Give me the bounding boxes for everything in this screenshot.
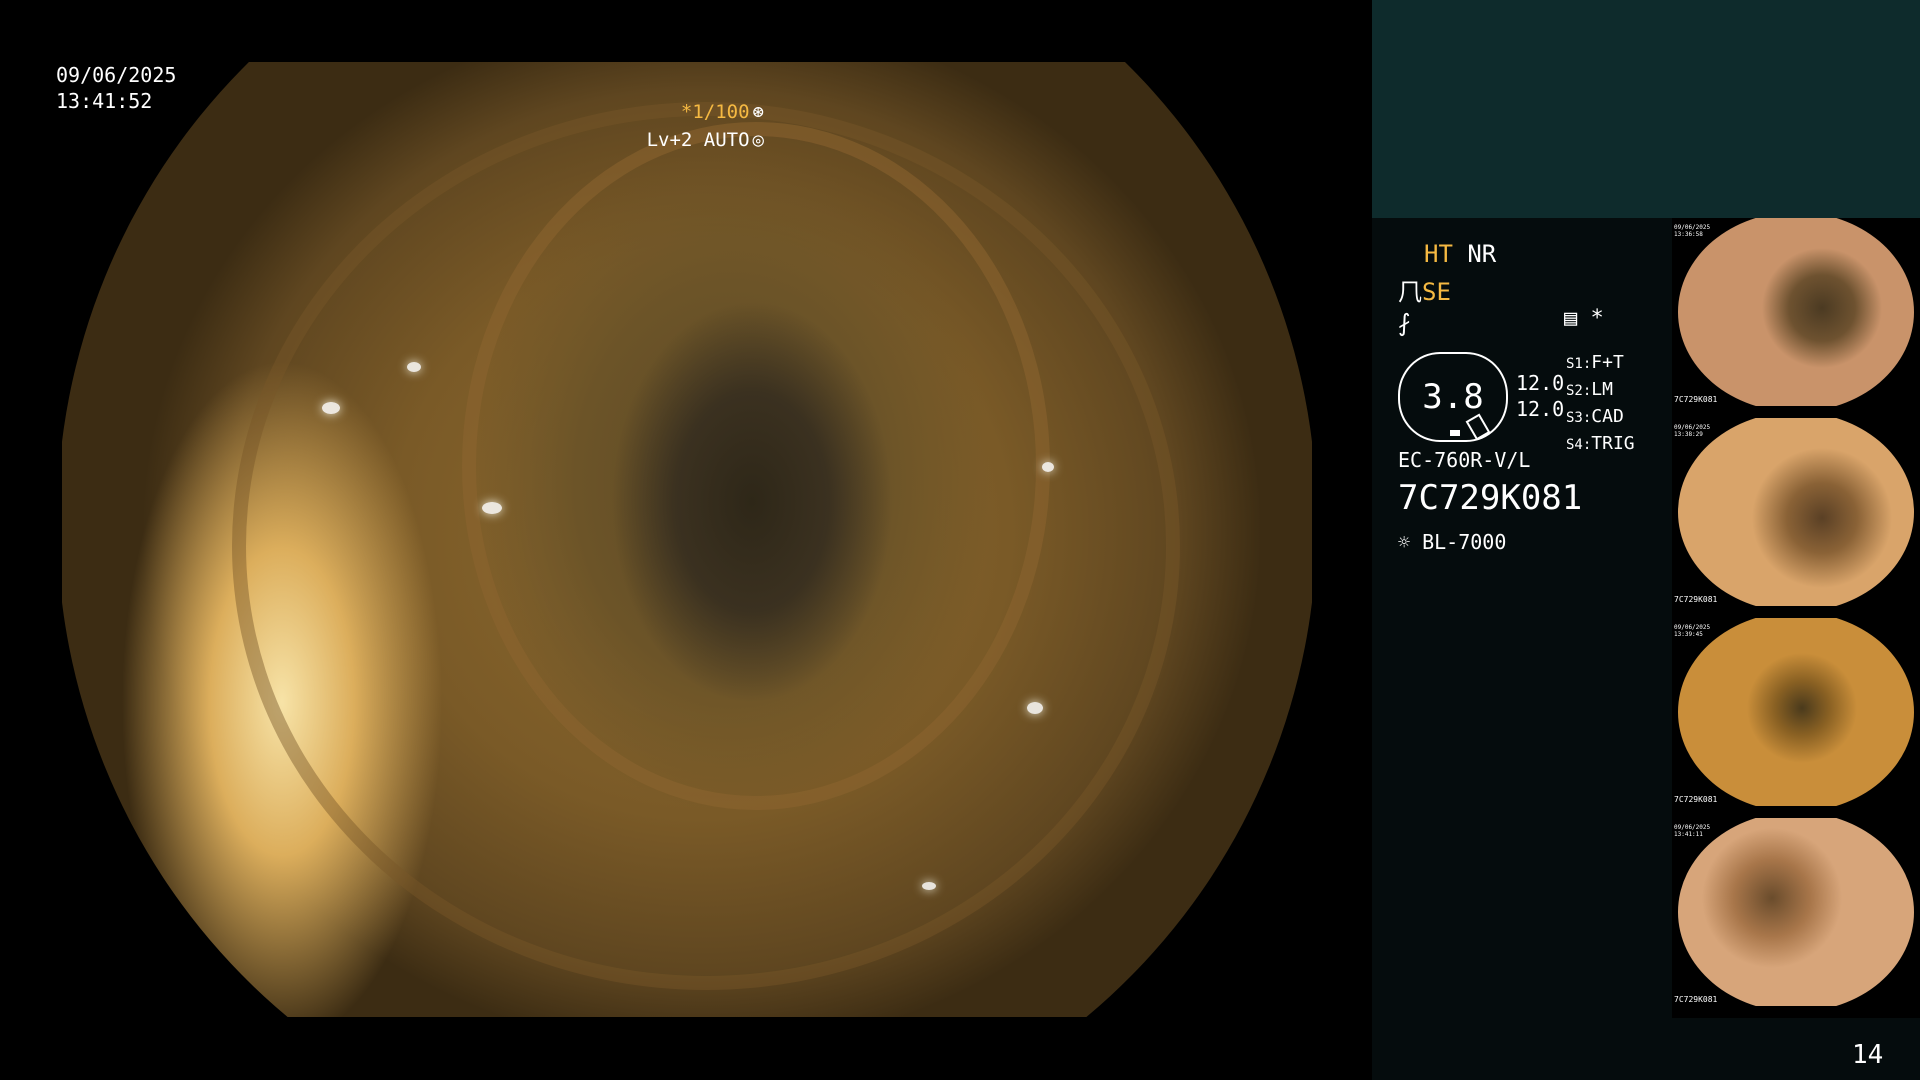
- gain-readout: 12.0 12.0: [1516, 370, 1564, 422]
- mucosal-fold: [232, 102, 1180, 990]
- side-panel-header: [1372, 0, 1920, 218]
- aperture-icon: ⊛: [752, 101, 764, 123]
- gain-2: 12.0: [1516, 397, 1565, 421]
- thumbnail-serial: 7C729K081: [1674, 995, 1718, 1004]
- lamp-icon: ☼: [1398, 530, 1411, 554]
- thumbnail[interactable]: 09/06/2025 13:41:11 7C729K081: [1672, 818, 1920, 1018]
- exposure-readout: *1/100 ⊛ Lv+2 AUTO ◎: [647, 98, 764, 154]
- scope-model: EC-760R-V/L: [1398, 448, 1531, 472]
- thumbnail-timestamp: 09/06/2025 13:38:29: [1674, 424, 1711, 438]
- preset-s1: S1:F+T: [1566, 352, 1624, 373]
- thumbnail-image: [1678, 618, 1914, 806]
- captured-images: 09/06/2025 13:36:58 7C729K081 09/06/2025 1…: [1672, 218, 1920, 1018]
- thumbnail[interactable]: 09/06/2025 13:36:58 7C729K081: [1672, 218, 1920, 418]
- shutter-speed: *1/100: [680, 101, 750, 123]
- light-source: ☼ BL-7000: [1398, 530, 1506, 554]
- preset-s2: S2:LM: [1566, 379, 1613, 400]
- gauge-value: 3.8: [1422, 377, 1484, 417]
- endoscope-video: 09/06/2025 13:41:52 *1/100 ⊛ Lv+2 AUTO ◎: [0, 0, 1372, 1080]
- freeze-icon: ⨏: [1398, 309, 1411, 337]
- se-mode: SE: [1422, 278, 1451, 306]
- zoom-gauge: 3.8: [1398, 352, 1508, 442]
- preset-s4: S4:TRIG: [1566, 433, 1635, 454]
- thumbnail[interactable]: 09/06/2025 13:39:45 7C729K081: [1672, 618, 1920, 818]
- settings-list-icon: ▤: [1564, 306, 1578, 331]
- thumbnail-serial: 7C729K081: [1674, 595, 1718, 604]
- gain-1: 12.0: [1516, 371, 1565, 395]
- ht-mode: HT: [1424, 240, 1453, 268]
- light-source-label: BL-7000: [1422, 530, 1507, 554]
- se-row: ⺇SE: [1398, 272, 1668, 307]
- gauge-marker: [1450, 430, 1460, 436]
- thumbnail-image: [1678, 218, 1914, 406]
- light-reflection: [922, 882, 936, 890]
- enhance-icon: ⺇: [1398, 278, 1422, 306]
- time-text: 13:41:52: [56, 89, 153, 113]
- star-icon: *: [1590, 306, 1604, 331]
- light-reflection: [1042, 462, 1054, 472]
- endoscopic-image: [62, 62, 1312, 1017]
- preset-s3: S3:CAD: [1566, 406, 1624, 427]
- brightness-level: Lv+2 AUTO: [646, 129, 750, 151]
- date-text: 09/06/2025: [56, 63, 177, 87]
- switch-presets: S1:F+T S2:LM S3:CAD S4:TRIG: [1566, 350, 1635, 458]
- mode-row: HT NR: [1424, 240, 1668, 268]
- thumbnail-timestamp: 09/06/2025 13:36:58: [1674, 224, 1711, 238]
- light-reflection: [482, 502, 502, 514]
- light-reflection: [1027, 702, 1043, 714]
- scope-serial: 7C729K081: [1398, 478, 1583, 518]
- light-reflection: [407, 362, 421, 372]
- device-info: HT NR ⺇SE ⨏ ▤ * 3.8 12.0 12.0 S1:F+T S2:…: [1398, 240, 1668, 554]
- auto-iris-icon: ◎: [752, 129, 764, 151]
- image-count: 14: [1852, 1040, 1884, 1070]
- nr-mode: NR: [1467, 240, 1497, 268]
- thumbnail-image: [1678, 418, 1914, 606]
- thumbnail-serial: 7C729K081: [1674, 395, 1718, 404]
- thumbnail-timestamp: 09/06/2025 13:41:11: [1674, 824, 1711, 838]
- timestamp: 09/06/2025 13:41:52: [56, 62, 176, 114]
- thumbnail-image: [1678, 818, 1914, 1006]
- thumbnail-timestamp: 09/06/2025 13:39:45: [1674, 624, 1711, 638]
- thumbnail[interactable]: 09/06/2025 13:38:29 7C729K081: [1672, 418, 1920, 618]
- light-reflection: [322, 402, 340, 414]
- status-icons: ▤ *: [1564, 306, 1604, 331]
- thumbnail-serial: 7C729K081: [1674, 795, 1718, 804]
